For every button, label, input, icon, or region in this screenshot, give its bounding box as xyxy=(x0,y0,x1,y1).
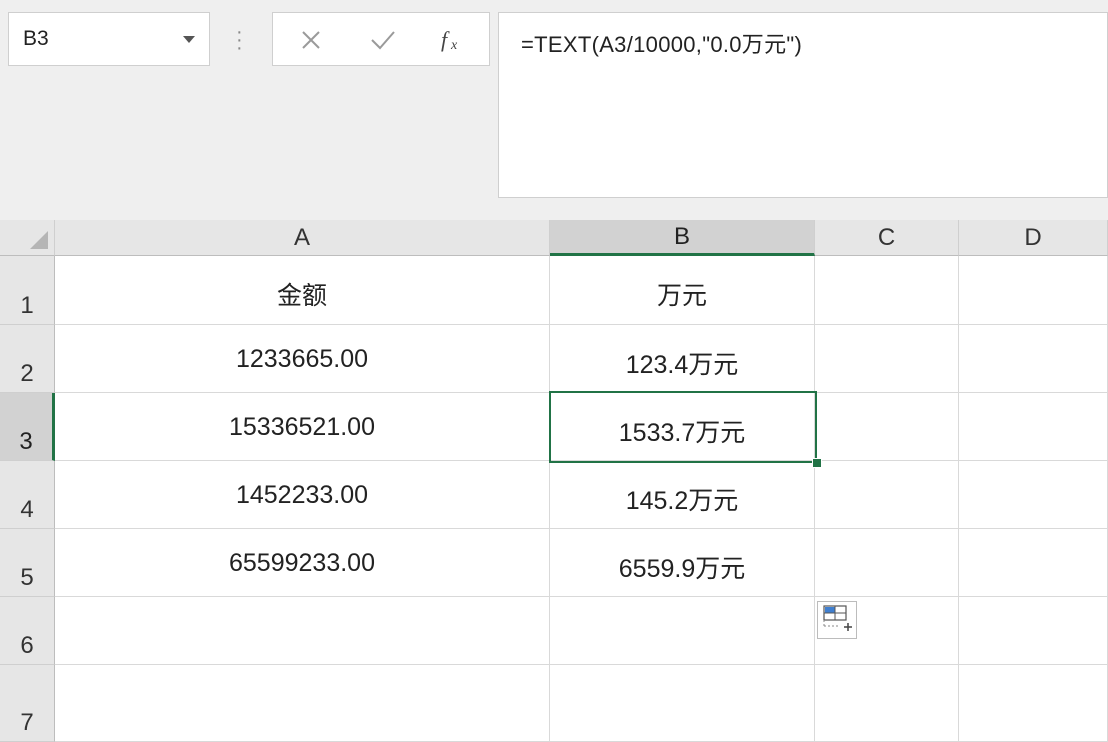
select-all-button[interactable] xyxy=(0,220,55,256)
quick-analysis-icon xyxy=(823,605,852,631)
row-header-3[interactable]: 3 xyxy=(0,393,55,461)
cell-d1[interactable] xyxy=(959,256,1108,325)
cell-b5[interactable]: 6559.9万元 xyxy=(550,529,815,597)
close-icon xyxy=(302,31,320,49)
chevron-down-icon[interactable] xyxy=(183,36,195,43)
fx-icon: f x xyxy=(441,27,458,53)
cell-a4[interactable]: 1452233.00 xyxy=(55,461,550,529)
cell-c3[interactable] xyxy=(815,393,959,461)
cell-c5[interactable] xyxy=(815,529,959,597)
cell-a6[interactable] xyxy=(55,597,550,665)
cell-d3[interactable] xyxy=(959,393,1108,461)
cell-d2[interactable] xyxy=(959,325,1108,393)
formula-toolbar: B3 · · · f x =TEXT(A3/10000,"0.0万元") xyxy=(0,0,1108,220)
cell-c2[interactable] xyxy=(815,325,959,393)
column-header-a[interactable]: A xyxy=(55,220,550,256)
row-header-2[interactable]: 2 xyxy=(0,325,55,393)
column-header-c[interactable]: C xyxy=(815,220,959,256)
fill-handle[interactable] xyxy=(812,458,822,468)
cell-c4[interactable] xyxy=(815,461,959,529)
row-header-4[interactable]: 4 xyxy=(0,461,55,529)
cell-b4[interactable]: 145.2万元 xyxy=(550,461,815,529)
column-header-b[interactable]: B xyxy=(550,220,815,256)
cell-d7[interactable] xyxy=(959,665,1108,742)
cancel-formula-button[interactable] xyxy=(293,23,329,57)
row-header-6[interactable]: 6 xyxy=(0,597,55,665)
enter-formula-button[interactable] xyxy=(365,23,401,57)
cell-d6[interactable] xyxy=(959,597,1108,665)
select-all-triangle-icon xyxy=(30,231,48,249)
cell-b2[interactable]: 123.4万元 xyxy=(550,325,815,393)
svg-text:x: x xyxy=(450,38,458,53)
cell-b3[interactable]: 1533.7万元 xyxy=(550,393,815,461)
cell-b1[interactable]: 万元 xyxy=(550,256,815,325)
cell-a1[interactable]: 金额 xyxy=(55,256,550,325)
cell-c7[interactable] xyxy=(815,665,959,742)
cell-d5[interactable] xyxy=(959,529,1108,597)
cell-a3[interactable]: 15336521.00 xyxy=(55,393,550,461)
quick-analysis-button[interactable] xyxy=(817,601,857,639)
cell-a5[interactable]: 65599233.00 xyxy=(55,529,550,597)
name-box[interactable]: B3 xyxy=(8,12,210,66)
formula-buttons: f x xyxy=(272,12,490,66)
insert-function-button[interactable]: f x xyxy=(435,23,471,57)
row-header-7[interactable]: 7 xyxy=(0,665,55,742)
cell-b7[interactable] xyxy=(550,665,815,742)
row-header-5[interactable]: 5 xyxy=(0,529,55,597)
cell-c1[interactable] xyxy=(815,256,959,325)
cell-a2[interactable]: 1233665.00 xyxy=(55,325,550,393)
check-icon xyxy=(371,31,395,50)
formula-text: =TEXT(A3/10000,"0.0万元") xyxy=(521,32,803,57)
formula-input[interactable]: =TEXT(A3/10000,"0.0万元") xyxy=(498,12,1108,198)
more-options-icon[interactable]: · · · xyxy=(236,22,243,58)
cell-b6[interactable] xyxy=(550,597,815,665)
cell-a7[interactable] xyxy=(55,665,550,742)
name-box-value: B3 xyxy=(23,27,49,50)
cell-d4[interactable] xyxy=(959,461,1108,529)
column-header-d[interactable]: D xyxy=(959,220,1108,256)
svg-text:f: f xyxy=(441,27,450,52)
spreadsheet-grid: A B C D 1 2 3 4 5 6 7 金额 万元 1233665.00 1… xyxy=(0,220,1108,742)
row-header-1[interactable]: 1 xyxy=(0,256,55,325)
